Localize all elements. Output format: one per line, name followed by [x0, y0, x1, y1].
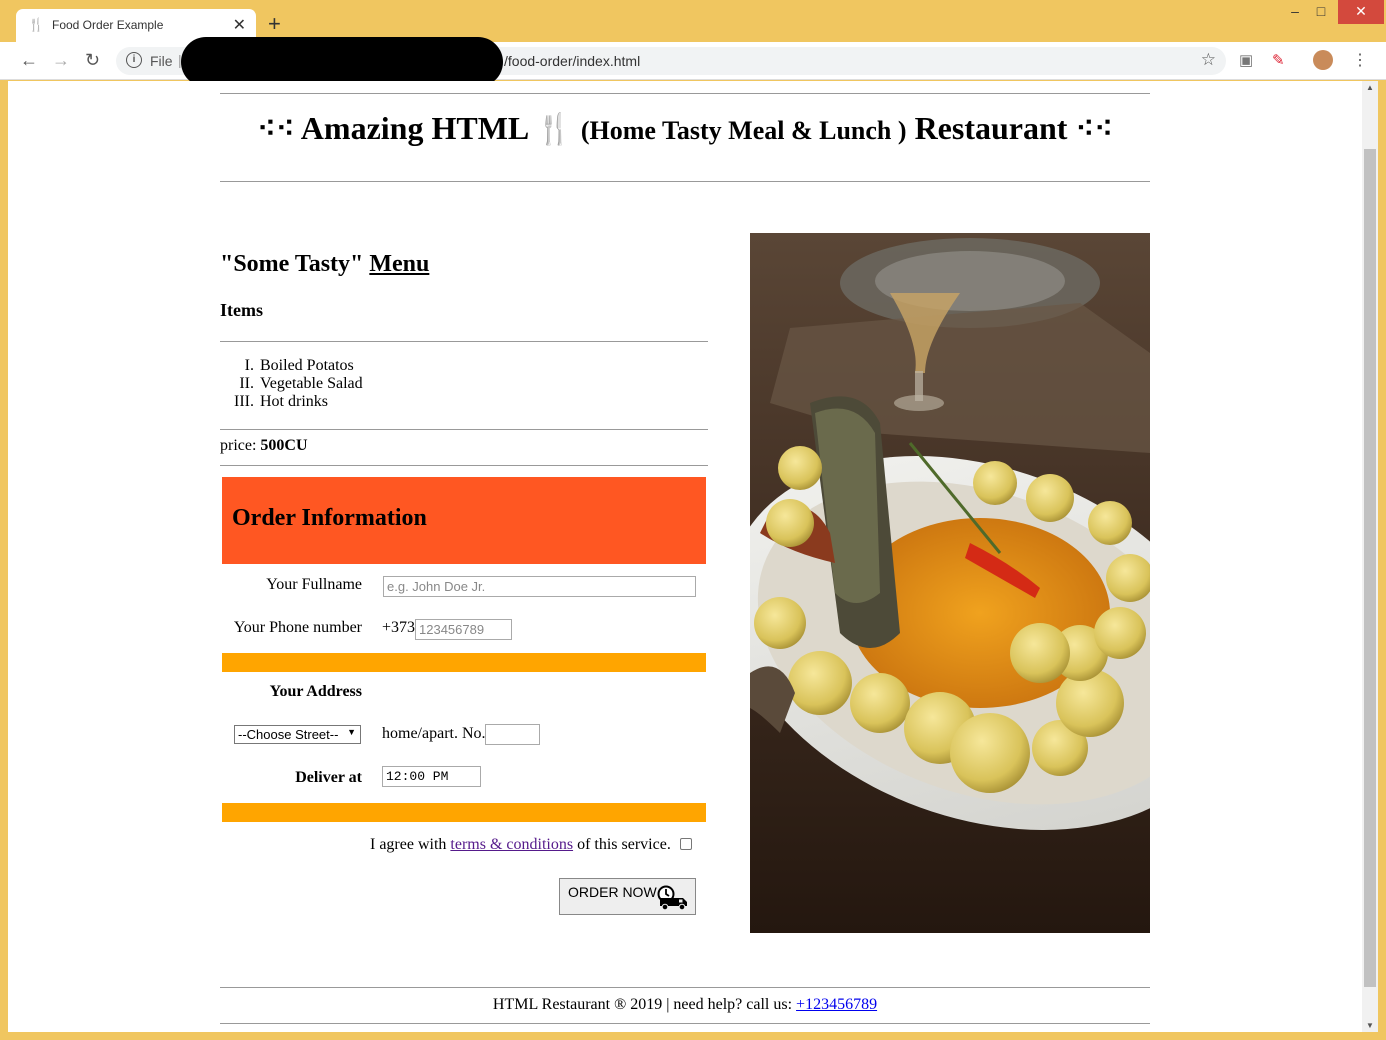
redacted-region — [181, 37, 503, 87]
window-close-button[interactable]: ✕ — [1338, 0, 1384, 24]
delivery-truck-icon — [657, 885, 687, 911]
agree-suffix: of this service. — [577, 836, 671, 853]
price-bottom-rule — [220, 465, 708, 466]
browser-toolbar: ← → ↻ i File | /food-order/index.html ☆ … — [0, 37, 1386, 87]
menu-heading: "Some Tasty" Menu — [220, 251, 429, 278]
price-label: price: — [220, 437, 257, 454]
terms-agreement: I agree with terms & conditions of this … — [370, 836, 671, 854]
price-row: price: 500CU — [220, 437, 308, 455]
deliver-label: Deliver at — [295, 769, 362, 786]
delivery-time-input[interactable]: 12:00 PM — [382, 766, 481, 787]
terms-link[interactable]: terms & conditions — [450, 836, 573, 853]
profile-avatar[interactable] — [1313, 50, 1333, 70]
order-button-label: ORDER NOW — [568, 884, 657, 900]
new-tab-button[interactable]: + — [268, 12, 281, 36]
menu-heading-prefix: "Some Tasty" — [220, 251, 364, 277]
separator-bar — [222, 803, 706, 822]
menu-item-list: I. Boiled Potatos II. Vegetable Salad II… — [220, 357, 363, 411]
header-top-rule — [220, 93, 1150, 94]
fork-knife-icon: 🍴 — [535, 113, 573, 146]
dots-left: ⁖⁖ — [257, 110, 295, 146]
address-label: Your Address — [269, 683, 362, 700]
scroll-up-arrow-icon[interactable]: ▲ — [1366, 83, 1374, 92]
file-label: File — [150, 53, 173, 69]
fullname-input[interactable]: e.g. John Doe Jr. — [383, 576, 696, 597]
list-item: I. Boiled Potatos — [244, 357, 354, 374]
street-select[interactable]: --Choose Street-- ▼ — [234, 725, 361, 744]
vertical-scrollbar[interactable]: ▲ ▼ — [1362, 81, 1378, 1032]
items-heading: Items — [220, 300, 263, 320]
pen-extension-icon[interactable]: ✎ — [1272, 51, 1285, 69]
page-viewport: ⁖⁖ Amazing HTML 🍴 (Home Tasty Meal & Lun… — [8, 81, 1378, 1032]
page-title: ⁖⁖ Amazing HTML 🍴 (Home Tasty Meal & Lun… — [220, 109, 1150, 147]
dots-right: ⁖⁖ — [1075, 110, 1113, 146]
minimize-button[interactable]: – — [1282, 0, 1308, 24]
phone-input[interactable]: 123456789 — [415, 619, 512, 640]
fullname-label: Your Fullname — [266, 576, 362, 593]
items-bottom-rule — [220, 429, 708, 430]
list-item: II. Vegetable Salad — [239, 375, 363, 392]
title-part2: (Home Tasty Meal & Lunch ) — [580, 116, 907, 145]
price-value: 500CU — [260, 437, 308, 454]
scroll-down-arrow-icon[interactable]: ▼ — [1366, 1021, 1374, 1030]
forward-arrow-icon[interactable]: → — [52, 49, 70, 71]
browser-titlebar: 🍴 Food Order Example ✕ + – □ ✕ — [0, 0, 1386, 42]
close-tab-icon[interactable]: ✕ — [233, 15, 246, 35]
menu-link[interactable]: Menu — [369, 251, 429, 277]
more-menu-icon[interactable]: ⋮ — [1352, 50, 1368, 70]
footer-bottom-rule — [220, 1023, 1150, 1024]
header-bottom-rule — [220, 181, 1150, 182]
food-photo — [750, 233, 1150, 933]
order-title: Order Information — [232, 505, 427, 531]
address-bar[interactable]: i File | /food-order/index.html ☆ — [116, 37, 1226, 87]
terms-checkbox[interactable] — [680, 838, 692, 850]
fork-knife-icon: 🍴 — [28, 17, 45, 32]
footer-phone-link[interactable]: +123456789 — [796, 996, 877, 1013]
separator-bar — [222, 653, 706, 672]
home-number-input[interactable] — [485, 724, 540, 745]
footer-top-rule — [220, 987, 1150, 988]
agree-prefix: I agree with — [370, 836, 447, 853]
extension-icon[interactable]: ▣ — [1239, 51, 1253, 69]
bookmark-star-icon[interactable]: ☆ — [1201, 50, 1216, 70]
title-part3: Restaurant — [914, 110, 1068, 146]
order-information-header: Order Information — [222, 477, 706, 564]
street-select-value: --Choose Street-- — [238, 727, 339, 742]
back-arrow-icon[interactable]: ← — [20, 49, 38, 71]
footer-text: HTML Restaurant ® 2019 | need help? call… — [492, 996, 793, 1013]
title-part1: Amazing HTML — [300, 110, 528, 146]
scrollbar-thumb[interactable] — [1364, 149, 1376, 987]
phone-label: Your Phone number — [233, 619, 362, 636]
list-item: III. Hot drinks — [234, 393, 328, 410]
dropdown-arrow-icon: ▼ — [347, 727, 356, 737]
url-text[interactable]: /food-order/index.html — [504, 53, 640, 69]
phone-prefix: +373 — [382, 619, 416, 636]
items-top-rule — [220, 341, 708, 342]
home-number-label: home/apart. No. — [382, 725, 486, 742]
info-icon[interactable]: i — [126, 52, 142, 68]
tab-title: Food Order Example — [52, 18, 164, 32]
order-now-button[interactable]: ORDER NOW — [559, 878, 696, 915]
reload-icon[interactable]: ↻ — [85, 49, 100, 71]
maximize-button[interactable]: □ — [1308, 0, 1334, 24]
footer: HTML Restaurant ® 2019 | need help? call… — [220, 996, 1150, 1014]
